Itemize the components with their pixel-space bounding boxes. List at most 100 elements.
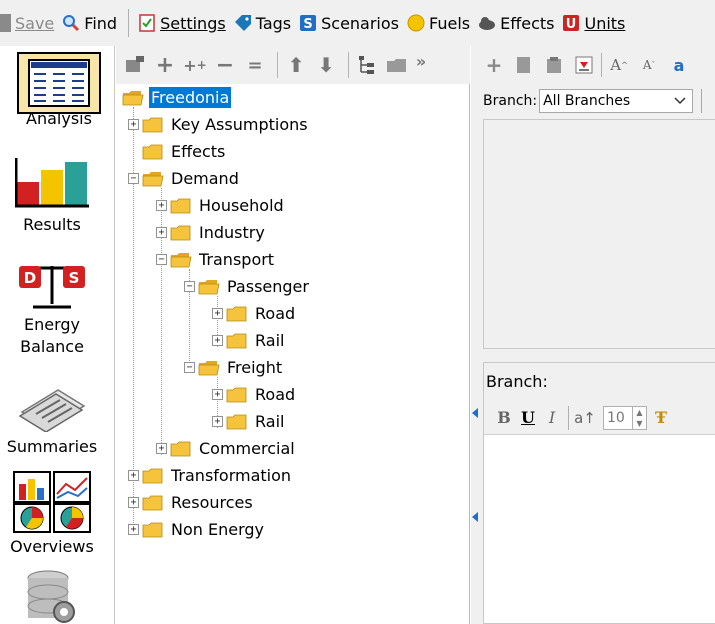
splitter-left-arrow-icon[interactable] (472, 408, 478, 418)
tree-node-freight-rail[interactable]: + Rail (212, 408, 286, 435)
units-button[interactable]: U Units (559, 7, 628, 39)
tree-node-household[interactable]: + Household (156, 192, 286, 219)
tree-node-root[interactable]: Freedonia (122, 84, 232, 111)
add-branch-icon[interactable]: + (152, 52, 178, 78)
tree-node-label: Non Energy (171, 520, 264, 539)
tree-node-industry[interactable]: + Industry (156, 219, 267, 246)
tree-node-effects[interactable]: Effects (128, 138, 227, 165)
tree-node-label: Commercial (199, 439, 295, 458)
tree-node-freight-road[interactable]: + Road (212, 381, 297, 408)
format-icon[interactable]: a (668, 54, 690, 76)
tree-node-label: Rail (255, 412, 285, 431)
folder-icon (142, 117, 163, 132)
folder-icon (226, 306, 247, 321)
scenarios-label: Scenarios (321, 13, 399, 33)
italic-button[interactable]: I (540, 408, 564, 427)
expand-icon[interactable]: + (156, 200, 167, 211)
nav-overviews[interactable]: Overviews (0, 470, 104, 558)
expand-icon[interactable]: + (212, 389, 223, 400)
nav-results[interactable]: Results (0, 158, 104, 236)
move-up-icon[interactable]: ⬆ (283, 52, 309, 78)
font-color-icon[interactable]: a↑ (573, 409, 597, 427)
expand-icon[interactable]: + (212, 416, 223, 427)
tree-node-commercial[interactable]: + Commercial (156, 435, 297, 462)
folder-icon (142, 144, 163, 159)
tree-node-passenger-rail[interactable]: + Rail (212, 327, 286, 354)
find-button[interactable]: Find (59, 7, 120, 39)
paste-icon[interactable] (543, 54, 565, 76)
expand-icon[interactable]: + (128, 497, 139, 508)
add-multiple-branches-icon[interactable]: + + (182, 52, 208, 78)
copy-icon[interactable] (513, 54, 535, 76)
folder-toolbar-icon[interactable] (384, 52, 410, 78)
tree-node-passenger-road[interactable]: + Road (212, 300, 297, 327)
add-row-icon[interactable]: + (483, 53, 505, 77)
collapse-icon[interactable]: − (184, 281, 195, 292)
fuels-button[interactable]: Fuels (404, 7, 473, 39)
tree-toolbar-separator (348, 52, 349, 78)
more-chevron-icon[interactable]: » (414, 48, 428, 74)
save-button[interactable]: Save (0, 7, 57, 39)
expression-grid[interactable] (483, 119, 715, 349)
expand-icon[interactable]: + (212, 308, 223, 319)
nav-summaries[interactable]: Summaries (0, 386, 104, 458)
branch-select[interactable]: All Branches (539, 89, 694, 113)
expand-icon[interactable]: + (128, 524, 139, 535)
delete-branch-icon[interactable]: − (212, 52, 238, 78)
save-icon (0, 14, 11, 32)
move-down-icon[interactable]: ⬇ (313, 52, 339, 78)
underline-button[interactable]: U (516, 408, 540, 427)
collapse-icon[interactable]: − (184, 362, 195, 373)
notes-branch-label: Branch: (486, 372, 548, 391)
tree-node-label: Industry (199, 223, 265, 242)
font-increase-icon[interactable]: A ^ (608, 54, 630, 76)
branch-properties-icon[interactable] (122, 52, 148, 78)
expand-icon[interactable]: + (128, 470, 139, 481)
expand-icon[interactable]: + (128, 119, 139, 130)
splitter-left-arrow-icon[interactable] (472, 512, 478, 522)
tree-node-transport[interactable]: − Transport (156, 246, 276, 273)
font-size-stepper[interactable]: 10 ▲ ▼ (603, 405, 647, 430)
expand-icon[interactable]: + (156, 443, 167, 454)
highlight-icon[interactable]: Ŧ (649, 408, 673, 427)
effects-button[interactable]: Effects (475, 7, 557, 39)
folder-icon (170, 198, 191, 213)
tree-panel: + + + − = ⬆ ⬇ » Freedonia + Key Assumptio… (116, 46, 470, 624)
tree-node-demand[interactable]: − Demand (128, 165, 241, 192)
branch-filter-row: Branch: All Branches (483, 88, 715, 114)
tree-node-key-assumptions[interactable]: + Key Assumptions (128, 111, 310, 138)
expand-icon[interactable]: + (212, 335, 223, 346)
branch-filter-label: Branch: (483, 93, 538, 109)
nav-energy-balance[interactable]: D S Energy Balance (0, 258, 104, 358)
svg-text:S: S (69, 269, 80, 287)
tree-node-label: Road (255, 385, 296, 404)
bold-button[interactable]: B (492, 408, 516, 427)
settings-checklist-icon (139, 14, 155, 32)
nav-analysis[interactable]: Analysis (7, 52, 111, 130)
expand-icon[interactable]: + (156, 227, 167, 238)
tree-node-label: Key Assumptions (171, 115, 308, 134)
tree-node-label: Effects (171, 142, 226, 161)
tree-node-transformation[interactable]: + Transformation (128, 462, 293, 489)
tree-node-passenger[interactable]: − Passenger (184, 273, 311, 300)
units-label: Units (584, 13, 626, 33)
nav-database[interactable] (0, 568, 104, 624)
tree-node-label: Household (199, 196, 284, 215)
tags-button[interactable]: Tags (231, 7, 294, 39)
settings-button[interactable]: Settings (135, 7, 229, 39)
delete-multiple-icon[interactable]: = (242, 52, 268, 78)
tree-node-non-energy[interactable]: + Non Energy (128, 516, 266, 543)
scenarios-button[interactable]: S Scenarios (296, 7, 402, 39)
import-icon[interactable] (573, 54, 595, 76)
tree-node-freight[interactable]: − Freight (184, 354, 284, 381)
folder-icon (170, 441, 191, 456)
tree-node-label: Road (255, 304, 296, 323)
collapse-icon[interactable]: − (128, 173, 139, 184)
tree-outline-icon[interactable] (354, 52, 380, 78)
tree-node-resources[interactable]: + Resources (128, 489, 255, 516)
font-decrease-icon[interactable]: Aˇ (638, 54, 660, 76)
tags-label: Tags (255, 13, 292, 33)
notes-header: Branch: (484, 363, 715, 401)
collapse-icon[interactable]: − (156, 254, 167, 265)
variable-select-edge[interactable] (701, 89, 703, 113)
